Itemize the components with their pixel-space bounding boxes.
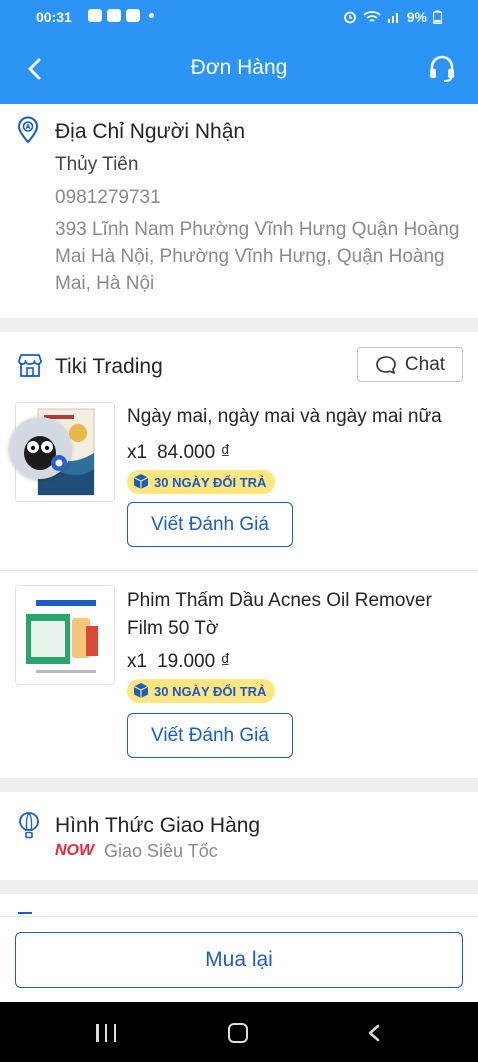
instagram-icon bbox=[126, 9, 140, 22]
recipient-name: Thủy Tiên bbox=[55, 154, 139, 175]
shipping-heading: Hình Thức Giao Hàng bbox=[55, 814, 261, 837]
status-bar: 00:31 9% bbox=[0, 0, 478, 34]
status-app-icons bbox=[88, 9, 154, 22]
zalo-icon bbox=[88, 9, 102, 22]
return-policy-label: 30 NGÀY ĐỔI TRẢ bbox=[154, 683, 267, 699]
battery-level: 9% bbox=[406, 9, 427, 25]
return-box-icon bbox=[133, 474, 149, 489]
nav-back-icon[interactable] bbox=[366, 1024, 382, 1042]
shop-section: Tiki Trading Chat Ngày mai, ngày mai và … bbox=[0, 332, 478, 778]
product-price: 84.000 ₫ bbox=[157, 442, 231, 463]
product-quantity: x1 bbox=[127, 651, 148, 672]
now-tag: NOW bbox=[55, 842, 95, 859]
return-policy-badge: 30 NGÀY ĐỔI TRẢ bbox=[127, 679, 276, 703]
page-title: Đơn Hàng bbox=[190, 56, 288, 79]
recipient-heading: Địa Chỉ Người Nhận bbox=[55, 120, 246, 143]
return-policy-label: 30 NGÀY ĐỔI TRẢ bbox=[154, 474, 267, 490]
write-review-button[interactable]: Viết Đánh Giá bbox=[127, 713, 293, 758]
return-box-icon bbox=[133, 683, 149, 698]
recipient-address-section: Địa Chỉ Người Nhận Thủy Tiên 0981279731 … bbox=[0, 104, 478, 318]
product-name: Ngày mai, ngày mai và ngày mai nữa bbox=[127, 406, 442, 427]
status-time: 00:31 bbox=[36, 9, 72, 25]
system-navigation-bar bbox=[0, 1002, 478, 1062]
order-item[interactable]: Ngày mai, ngày mai và ngày mai nữa x1 84… bbox=[0, 402, 478, 568]
bottom-action-bar: Mua lại bbox=[0, 916, 478, 1002]
recent-apps-icon[interactable] bbox=[96, 1024, 116, 1042]
status-system-icons: 9% bbox=[343, 9, 442, 25]
alarm-icon bbox=[343, 11, 356, 24]
location-pin-icon bbox=[17, 116, 39, 144]
battery-icon bbox=[433, 10, 442, 24]
product-price: 19.000 ₫ bbox=[157, 651, 231, 672]
headset-support-icon[interactable] bbox=[426, 52, 458, 84]
return-policy-badge: 30 NGÀY ĐỔI TRẢ bbox=[127, 470, 276, 494]
signal-icon bbox=[387, 13, 398, 23]
shop-name[interactable]: Tiki Trading bbox=[55, 355, 163, 379]
gallery-icon bbox=[107, 9, 121, 22]
store-icon bbox=[18, 354, 42, 377]
shipping-method: Giao Siêu Tốc bbox=[104, 841, 218, 861]
shipping-method-section: Hình Thức Giao Hàng NOW Giao Siêu Tốc bbox=[0, 792, 478, 880]
order-item[interactable]: Phim Thấm Dầu Acnes Oil Remover Film 50 … bbox=[0, 570, 478, 778]
chat-bubble-icon bbox=[376, 355, 396, 374]
floating-avatar-bubble[interactable] bbox=[9, 417, 71, 479]
recipient-address: 393 Lĩnh Nam Phường Vĩnh Hưng Quận Hoàng… bbox=[55, 219, 460, 294]
buy-again-button[interactable]: Mua lại bbox=[15, 932, 463, 988]
chat-label: Chat bbox=[404, 353, 446, 375]
chat-button[interactable]: Chat bbox=[357, 347, 463, 382]
product-image bbox=[15, 585, 115, 685]
recipient-phone: 0981279731 bbox=[55, 187, 161, 208]
app-bar: Đơn Hàng bbox=[0, 34, 478, 104]
quantity-price: x1 19.000 ₫ bbox=[127, 651, 230, 673]
dot-icon bbox=[149, 13, 154, 18]
product-quantity: x1 bbox=[127, 442, 148, 463]
quantity-price: x1 84.000 ₫ bbox=[127, 442, 230, 464]
product-name: Phim Thấm Dầu Acnes Oil Remover Film 50 … bbox=[127, 590, 432, 639]
write-review-button[interactable]: Viết Đánh Giá bbox=[127, 502, 293, 547]
delivery-balloon-icon bbox=[19, 812, 39, 839]
home-icon[interactable] bbox=[228, 1023, 248, 1043]
wifi-icon bbox=[363, 11, 381, 22]
